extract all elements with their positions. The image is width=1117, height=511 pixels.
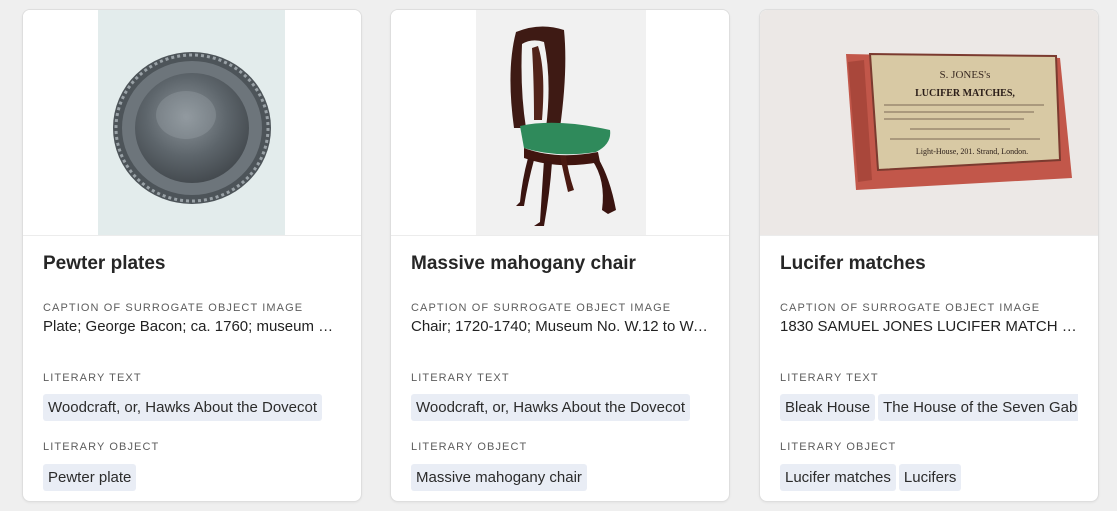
literary-text-chips: Woodcraft, or, Hawks About the Dovecot [411,394,709,421]
caption-text: 1830 SAMUEL JONES LUCIFER MATCH BOX [780,318,1078,335]
object-card-lucifer-matches[interactable]: S. JONES's LUCIFER MATCHES, Light-House,… [759,9,1099,502]
caption-text: Plate; George Bacon; ca. 1760; museum nu… [43,318,341,335]
literary-object-label: LITERARY OBJECT [43,441,160,453]
caption-label: CAPTION OF SURROGATE OBJECT IMAGE [780,302,1041,314]
card-title[interactable]: Pewter plates [43,253,166,275]
literary-object-label: LITERARY OBJECT [411,441,528,453]
object-card-mahogany-chair[interactable]: Massive mahogany chair CAPTION OF SURROG… [390,9,730,502]
object-image[interactable]: S. JONES's LUCIFER MATCHES, Light-House,… [760,10,1098,236]
matchbox-subtitle-text: LUCIFER MATCHES, [915,88,1015,99]
literary-text-chips: Bleak House The House of the Seven Gables [780,394,1078,421]
literary-text-label: LITERARY TEXT [411,372,510,384]
literary-text-label: LITERARY TEXT [43,372,142,384]
caption-label: CAPTION OF SURROGATE OBJECT IMAGE [43,302,304,314]
literary-object-chip[interactable]: Massive mahogany chair [411,464,587,491]
literary-text-chip[interactable]: Woodcraft, or, Hawks About the Dovecot [411,394,691,421]
object-card-pewter-plates[interactable]: Pewter plates CAPTION OF SURROGATE OBJEC… [22,9,362,502]
mahogany-chair-image [476,10,646,235]
literary-text-chips: Woodcraft, or, Hawks About the Dovecot [43,394,341,421]
literary-object-chip[interactable]: Lucifer matches [780,464,896,491]
matchbox-address-text: Light-House, 201. Strand, London. [916,147,1028,156]
literary-object-chips: Lucifer matches Lucifers [780,464,1078,491]
matchbox-image: S. JONES's LUCIFER MATCHES, Light-House,… [760,10,1098,235]
literary-text-chip[interactable]: The House of the Seven Gables [878,394,1078,421]
literary-text-label: LITERARY TEXT [780,372,879,384]
card-title[interactable]: Lucifer matches [780,253,926,275]
literary-text-chip[interactable]: Woodcraft, or, Hawks About the Dovecot [43,394,323,421]
literary-object-label: LITERARY OBJECT [780,441,897,453]
caption-label: CAPTION OF SURROGATE OBJECT IMAGE [411,302,672,314]
object-image[interactable] [391,10,729,236]
literary-text-chip[interactable]: Bleak House [780,394,876,421]
object-image[interactable] [23,10,361,236]
card-title[interactable]: Massive mahogany chair [411,253,636,275]
matchbox-title-text: S. JONES's [940,69,991,81]
literary-object-chip[interactable]: Pewter plate [43,464,137,491]
caption-text: Chair; 1720-1740; Museum No. W.12 to W.1… [411,318,709,335]
literary-object-chip[interactable]: Lucifers [898,464,962,491]
pewter-plate-image [98,10,285,235]
literary-object-chips: Pewter plate [43,464,341,491]
literary-object-chips: Massive mahogany chair [411,464,709,491]
